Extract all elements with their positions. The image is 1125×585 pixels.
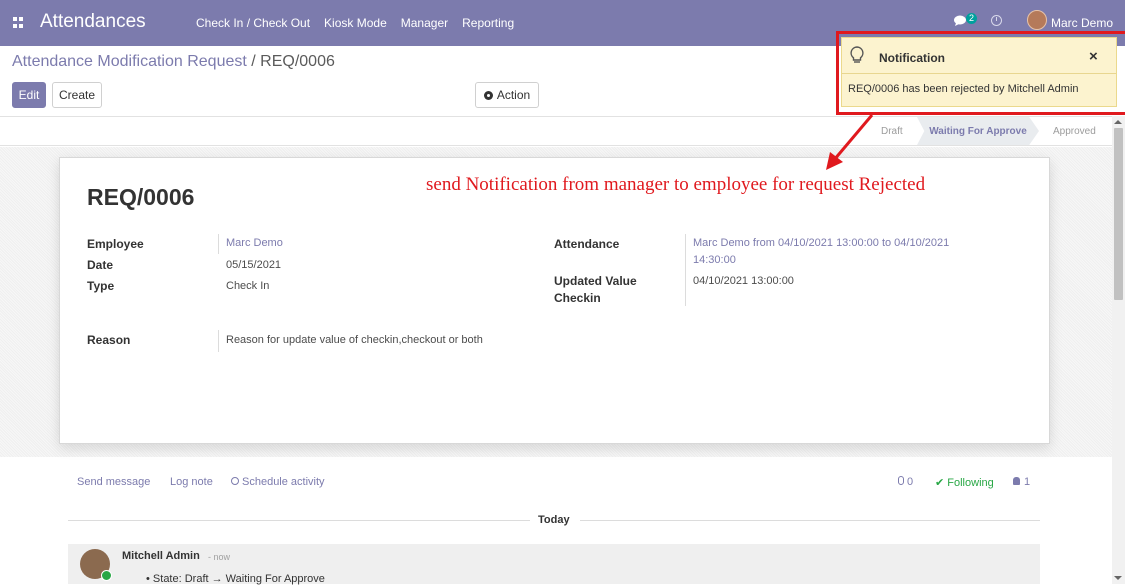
notification-toast: Notification × REQ/0006 has been rejecte… (841, 37, 1117, 107)
clock-icon (231, 477, 239, 485)
field-separator (685, 234, 686, 306)
scroll-up-arrow[interactable] (1114, 120, 1122, 124)
notification-message: REQ/0006 has been rejected by Mitchell A… (848, 83, 1079, 95)
notification-header: Notification × (842, 38, 1116, 74)
divider (580, 520, 1040, 521)
log-note-button[interactable]: Log note (170, 476, 213, 488)
menu-manager[interactable]: Manager (401, 16, 448, 30)
user-icon (1013, 477, 1020, 485)
send-message-button[interactable]: Send message (77, 476, 150, 488)
action-label: Action (496, 88, 531, 102)
gear-icon (483, 90, 493, 100)
scroll-down-arrow[interactable] (1114, 576, 1122, 580)
stage-waiting-for-approve[interactable]: Waiting For Approve (917, 117, 1039, 145)
avatar[interactable] (80, 549, 112, 581)
followers-count: 1 (1024, 476, 1031, 488)
followers-button[interactable]: 1 (1013, 476, 1030, 488)
attachments-count: 0 (907, 476, 914, 488)
following-label: Following (947, 477, 994, 489)
updated-value-label: Updated Value (554, 274, 637, 288)
today-separator: Today (538, 514, 570, 526)
schedule-activity-button[interactable]: Schedule activity (231, 476, 325, 488)
attendance-value[interactable]: Marc Demo from 04/10/2021 13:00:00 to 04… (693, 237, 949, 249)
breadcrumb-parent[interactable]: Attendance Modification Request (12, 53, 247, 70)
field-separator (218, 234, 219, 254)
type-label: Type (87, 279, 115, 293)
activity-clock-icon[interactable] (991, 15, 1002, 26)
employee-value[interactable]: Marc Demo (226, 237, 283, 249)
updated-value-label-cont: Checkin (554, 291, 601, 305)
schedule-activity-label: Schedule activity (242, 476, 325, 488)
menu-kiosk-mode[interactable]: Kiosk Mode (324, 16, 387, 30)
user-avatar[interactable] (1027, 10, 1047, 30)
notification-title: Notification (879, 51, 945, 65)
apps-menu-icon[interactable] (13, 17, 24, 28)
close-icon[interactable]: × (1089, 48, 1098, 65)
date-label: Date (87, 258, 114, 272)
paperclip-icon (898, 476, 904, 485)
field-separator (218, 330, 219, 352)
message-body: • State: Draft → Waiting For Approve (146, 573, 325, 585)
chat-count-badge: 2 (966, 13, 978, 24)
reason-value: Reason for update value of checkin,check… (226, 334, 483, 346)
employee-label: Employee (87, 237, 144, 251)
record-title: REQ/0006 (87, 184, 195, 210)
chat-icon[interactable] (954, 15, 966, 29)
following-button[interactable]: ✔ Following (935, 476, 994, 489)
annotation-text: send Notification from manager to employ… (426, 174, 926, 195)
reason-label: Reason (87, 333, 131, 347)
divider (68, 520, 530, 521)
menu-reporting[interactable]: Reporting (462, 16, 514, 30)
message-author[interactable]: Mitchell Admin (122, 550, 200, 562)
lightbulb-icon (850, 46, 864, 67)
date-value: 05/15/2021 (226, 259, 282, 271)
main-menu: Check In / Check Out Kiosk Mode Manager … (196, 16, 514, 30)
stage-draft[interactable]: Draft (881, 126, 903, 137)
scrollbar-thumb[interactable] (1114, 128, 1123, 300)
action-button[interactable]: Action (475, 82, 539, 108)
breadcrumb: Attendance Modification Request / REQ/00… (12, 53, 335, 71)
edit-button[interactable]: Edit (12, 82, 46, 108)
menu-check-in-out[interactable]: Check In / Check Out (196, 16, 310, 30)
message-tracking-value: State: Draft → Waiting For Approve (152, 573, 325, 585)
breadcrumb-current: REQ/0006 (260, 53, 335, 70)
stage-approved[interactable]: Approved (1053, 126, 1096, 137)
updated-value: 04/10/2021 13:00:00 (693, 275, 794, 287)
attachments-button[interactable]: 0 (898, 476, 913, 488)
message-time: - now (208, 552, 231, 562)
check-icon: ✔ (935, 477, 948, 489)
status-bar: Draft Waiting For Approve Approved (0, 116, 1112, 146)
breadcrumb-separator: / (246, 53, 261, 70)
user-name[interactable]: Marc Demo (1051, 16, 1113, 30)
type-value: Check In (226, 280, 270, 292)
attendance-label: Attendance (554, 237, 620, 251)
attendance-value-cont[interactable]: 14:30:00 (693, 254, 736, 266)
create-button[interactable]: Create (52, 82, 102, 108)
app-name[interactable]: Attendances (40, 11, 146, 33)
